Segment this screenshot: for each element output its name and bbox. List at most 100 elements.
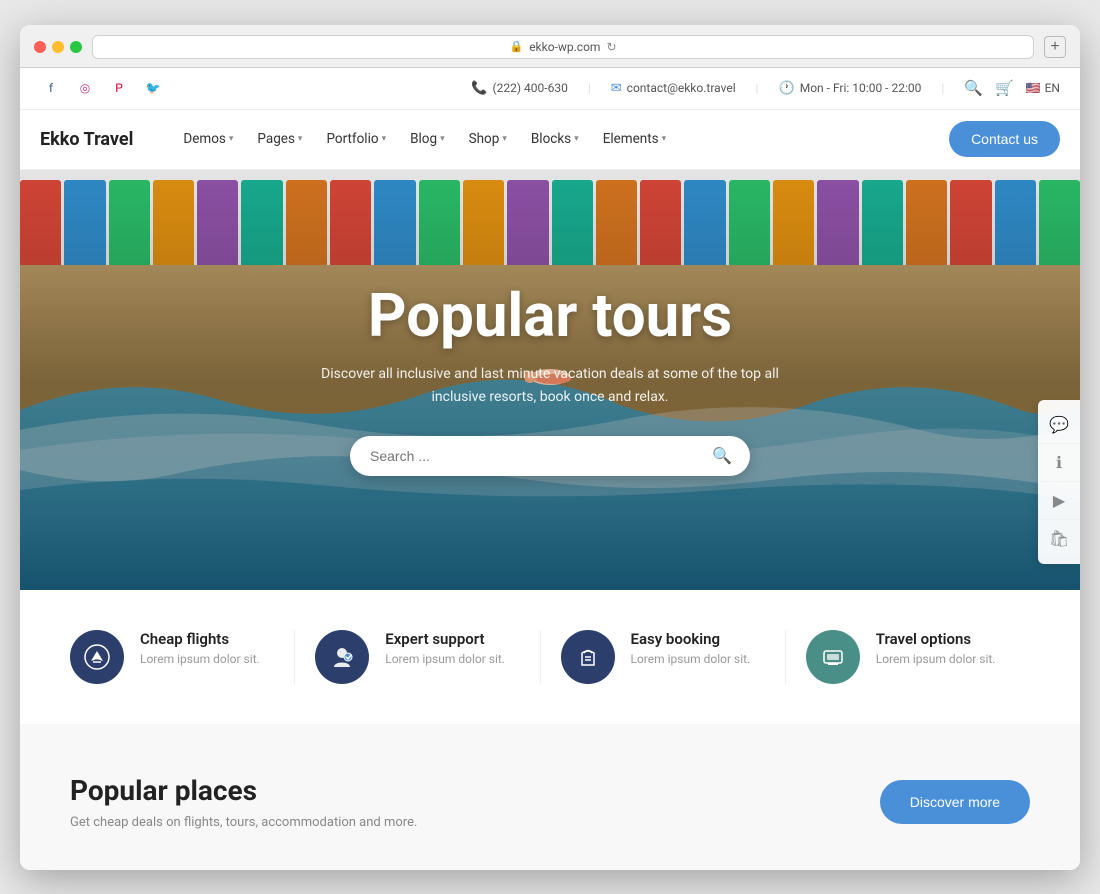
feature-booking-title: Easy booking [631, 630, 751, 648]
feature-support-text: Expert support Lorem ipsum dolor sit. [385, 630, 505, 666]
lang-label: EN [1045, 81, 1060, 95]
instagram-icon[interactable]: ◎ [74, 77, 96, 99]
nav-portfolio-arrow: ▾ [382, 134, 387, 144]
pinterest-icon[interactable]: P [108, 77, 130, 99]
cart-icon[interactable]: 🛒 [995, 79, 1014, 97]
hours-contact: 🕐 Mon - Fri: 10:00 - 22:00 [779, 81, 922, 96]
nav-blocks-arrow: ▾ [574, 134, 579, 144]
feature-booking: Easy booking Lorem ipsum dolor sit. [541, 630, 786, 684]
nav-item-portfolio[interactable]: Portfolio ▾ [316, 125, 396, 153]
feature-support-title: Expert support [385, 630, 505, 648]
contact-button[interactable]: Contact us [949, 121, 1060, 157]
nav-item-demos[interactable]: Demos ▾ [173, 125, 243, 153]
business-hours: Mon - Fri: 10:00 - 22:00 [800, 81, 922, 95]
nav-shop-arrow: ▾ [502, 134, 507, 144]
phone-contact: 📞 (222) 400-630 [471, 81, 567, 96]
feature-flights-desc: Lorem ipsum dolor sit. [140, 652, 260, 666]
side-panel-info-icon[interactable]: ℹ [1038, 444, 1080, 482]
social-icons: f ◎ P 🐦 [40, 77, 164, 99]
new-tab-button[interactable]: + [1044, 36, 1066, 58]
nav-item-pages[interactable]: Pages ▾ [247, 125, 312, 153]
divider-1: | [588, 81, 591, 95]
browser-dots [34, 41, 82, 53]
lock-icon: 🔒 [509, 40, 523, 53]
divider-2: | [756, 81, 759, 95]
discover-more-button[interactable]: Discover more [880, 780, 1030, 824]
nav-item-elements[interactable]: Elements ▾ [593, 125, 676, 153]
refresh-icon[interactable]: ↻ [606, 40, 616, 54]
divider-3: | [941, 81, 944, 95]
email-icon: ✉ [611, 81, 622, 96]
feature-options-desc: Lorem ipsum dolor sit. [876, 652, 996, 666]
nav-blog-arrow: ▾ [440, 134, 445, 144]
top-right-actions: 🔍 🛒 🇺🇸 EN [964, 79, 1060, 97]
search-submit-icon: 🔍 [712, 448, 732, 465]
search-bar: 🔍 [350, 436, 750, 476]
nav-elements-label: Elements [603, 131, 659, 147]
minimize-dot[interactable] [52, 41, 64, 53]
close-dot[interactable] [34, 41, 46, 53]
nav-shop-label: Shop [469, 131, 500, 147]
nav-portfolio-label: Portfolio [326, 131, 378, 147]
phone-icon: 📞 [471, 81, 487, 96]
nav-elements-arrow: ▾ [662, 134, 667, 144]
hero-content: Popular tours Discover all inclusive and… [20, 170, 1080, 590]
feature-options-text: Travel options Lorem ipsum dolor sit. [876, 630, 996, 666]
nav-demos-arrow: ▾ [229, 134, 234, 144]
options-icon [806, 630, 860, 684]
twitter-icon[interactable]: 🐦 [142, 77, 164, 99]
browser-chrome: 🔒 ekko-wp.com ↻ + [20, 25, 1080, 68]
nav-blocks-label: Blocks [531, 131, 571, 147]
search-icon[interactable]: 🔍 [964, 79, 983, 97]
facebook-icon[interactable]: f [40, 77, 62, 99]
feature-support: Expert support Lorem ipsum dolor sit. [295, 630, 540, 684]
email-address: contact@ekko.travel [627, 81, 736, 95]
feature-flights: Cheap flights Lorem ipsum dolor sit. [70, 630, 295, 684]
hero-subtitle: Discover all inclusive and last minute v… [300, 363, 800, 408]
feature-flights-title: Cheap flights [140, 630, 260, 648]
booking-icon [561, 630, 615, 684]
feature-flights-text: Cheap flights Lorem ipsum dolor sit. [140, 630, 260, 666]
nav-item-blocks[interactable]: Blocks ▾ [521, 125, 589, 153]
browser-window: 🔒 ekko-wp.com ↻ + f ◎ P 🐦 📞 (222) 400-63… [20, 25, 1080, 870]
feature-support-desc: Lorem ipsum dolor sit. [385, 652, 505, 666]
feature-options: Travel options Lorem ipsum dolor sit. [786, 630, 1030, 684]
nav-pages-arrow: ▾ [298, 134, 303, 144]
nav-item-blog[interactable]: Blog ▾ [400, 125, 455, 153]
support-icon [315, 630, 369, 684]
top-bar: f ◎ P 🐦 📞 (222) 400-630 | ✉ contact@ekko… [20, 68, 1080, 110]
popular-places-section: Popular places Get cheap deals on flight… [20, 724, 1080, 870]
search-input[interactable] [370, 448, 708, 464]
nav-pages-label: Pages [257, 131, 295, 147]
flights-icon [70, 630, 124, 684]
feature-booking-desc: Lorem ipsum dolor sit. [631, 652, 751, 666]
site-logo[interactable]: Ekko Travel [40, 129, 133, 150]
side-panel-play-icon[interactable]: ▶ [1038, 482, 1080, 520]
popular-places-text: Popular places Get cheap deals on flight… [70, 774, 417, 830]
feature-options-title: Travel options [876, 630, 996, 648]
flag-icon: 🇺🇸 [1026, 81, 1041, 95]
clock-icon: 🕐 [779, 81, 795, 96]
nav-demos-label: Demos [183, 131, 226, 147]
language-selector[interactable]: 🇺🇸 EN [1026, 81, 1060, 95]
features-section: Cheap flights Lorem ipsum dolor sit. Exp… [20, 590, 1080, 724]
feature-booking-text: Easy booking Lorem ipsum dolor sit. [631, 630, 751, 666]
nav-item-shop[interactable]: Shop ▾ [459, 125, 517, 153]
maximize-dot[interactable] [70, 41, 82, 53]
hero-section: Popular tours Discover all inclusive and… [20, 170, 1080, 590]
main-nav: Ekko Travel Demos ▾ Pages ▾ Portfolio ▾ … [20, 110, 1080, 170]
url-text: ekko-wp.com [529, 40, 600, 54]
nav-links: Demos ▾ Pages ▾ Portfolio ▾ Blog ▾ Shop … [173, 125, 949, 153]
popular-places-title: Popular places [70, 774, 417, 807]
nav-blog-label: Blog [410, 131, 437, 147]
email-contact: ✉ contact@ekko.travel [611, 81, 736, 96]
phone-number: (222) 400-630 [493, 81, 568, 95]
search-button[interactable]: 🔍 [708, 442, 736, 470]
address-bar[interactable]: 🔒 ekko-wp.com ↻ [92, 35, 1034, 59]
side-panel-bag-icon[interactable]: 🛍 [1038, 520, 1080, 558]
hero-title: Popular tours [368, 283, 732, 349]
side-panel-comment-icon[interactable]: 💬 [1038, 406, 1080, 444]
side-panel: 💬 ℹ ▶ 🛍 [1038, 400, 1080, 564]
top-bar-right: 📞 (222) 400-630 | ✉ contact@ekko.travel … [471, 79, 1060, 97]
popular-places-subtitle: Get cheap deals on flights, tours, accom… [70, 815, 417, 830]
